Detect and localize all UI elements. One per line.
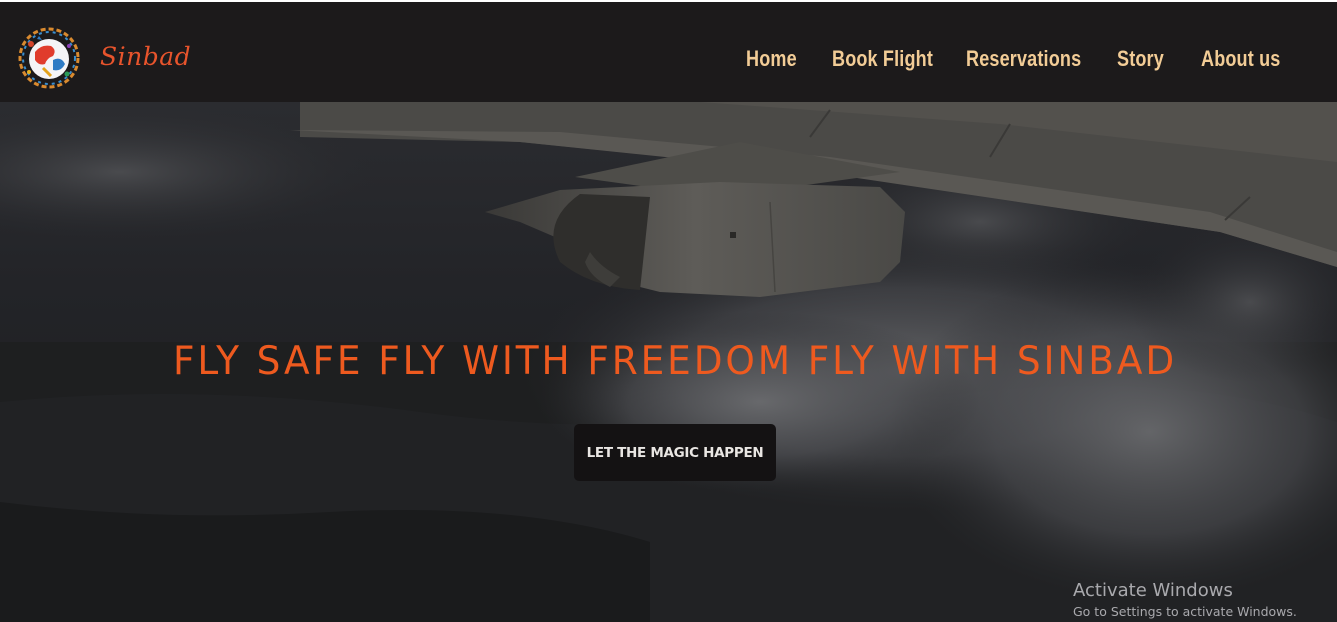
hero-section: FLY SAFE FLY WITH FREEDOM FLY WITH SINBA… [0,102,1337,622]
nav-link-story[interactable]: Story [1117,48,1164,70]
hero-headline: FLY SAFE FLY WITH FREEDOM FLY WITH SINBA… [172,339,1178,385]
brand-name[interactable]: Sinbad [100,44,191,69]
nav-link-home[interactable]: Home [746,48,797,70]
let-the-magic-happen-button[interactable]: LET THE MAGIC HAPPEN [574,424,776,481]
windows-activation-watermark: Activate Windows Go to Settings to activ… [1073,582,1297,619]
globe-logo-icon[interactable] [17,26,81,90]
nav-link-book-flight[interactable]: Book Flight [832,48,933,70]
watermark-subtitle: Go to Settings to activate Windows. [1073,604,1297,619]
nav-link-reservations[interactable]: Reservations [966,48,1081,70]
nav-link-about-us[interactable]: About us [1201,48,1280,70]
navbar: Sinbad Home Book Flight Reservations Sto… [0,2,1337,102]
watermark-title: Activate Windows [1073,580,1233,601]
page: Sinbad Home Book Flight Reservations Sto… [0,0,1337,622]
